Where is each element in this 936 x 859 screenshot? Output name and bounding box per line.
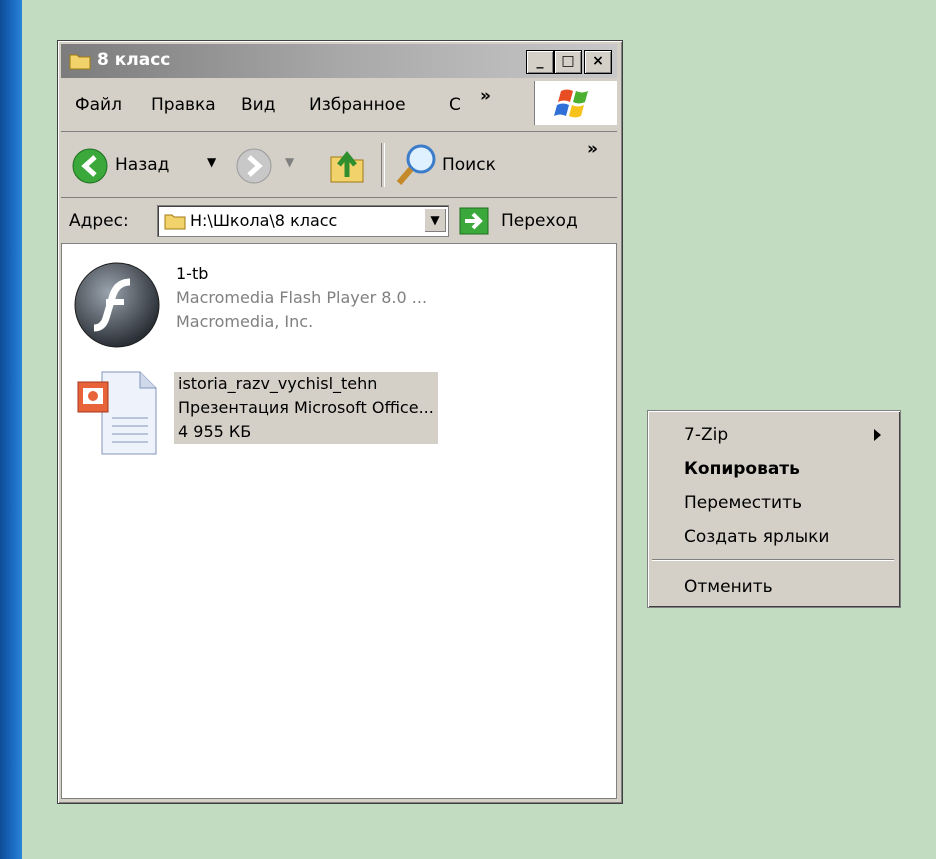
menu-service-truncated[interactable]: С [449, 95, 461, 115]
windows-flag-icon [554, 89, 588, 118]
menu-edit[interactable]: Правка [151, 95, 216, 115]
file-name: 1-tb [176, 264, 209, 283]
forward-arrow-icon[interactable] [235, 147, 273, 185]
window-title: 8 класс [97, 50, 171, 70]
context-item-create-shortcuts[interactable]: Создать ярлыки [684, 527, 829, 547]
file-meta: Macromedia, Inc. [176, 312, 314, 331]
desktop-edge [0, 0, 22, 859]
windows-logo [534, 81, 617, 125]
explorer-window: 8 класс _ □ × Файл Правка Вид Избранное … [57, 40, 623, 804]
minimize-button[interactable]: _ [526, 50, 554, 74]
context-item-cancel[interactable]: Отменить [684, 577, 773, 597]
context-item-move[interactable]: Переместить [684, 493, 802, 513]
file-name: istoria_razv_vychisl_tehn [178, 374, 378, 393]
go-arrow-icon[interactable] [459, 207, 489, 235]
close-button[interactable]: × [584, 50, 612, 74]
context-menu: 7-Zip Копировать Переместить Создать ярл… [647, 410, 901, 608]
menu-view[interactable]: Вид [241, 95, 275, 115]
toolbar: Назад ▼ ▼ Поиск » [61, 133, 617, 198]
address-value[interactable]: H:\Школа\8 класс [190, 211, 337, 230]
search-button-label[interactable]: Поиск [442, 155, 496, 175]
context-menu-separator [652, 559, 894, 561]
maximize-button[interactable]: □ [554, 50, 582, 74]
file-type: Презентация Microsoft Office... [178, 398, 434, 417]
file-list-pane[interactable]: 1-tb Macromedia Flash Player 8.0 ... Mac… [61, 243, 617, 799]
back-dropdown-icon[interactable]: ▼ [207, 155, 216, 169]
flash-icon [74, 262, 160, 348]
address-input[interactable]: H:\Школа\8 класс ▼ [157, 205, 449, 237]
forward-dropdown-icon[interactable]: ▼ [285, 155, 294, 169]
list-item[interactable]: istoria_razv_vychisl_tehn Презентация Mi… [62, 368, 616, 468]
submenu-arrow-icon [874, 429, 881, 441]
context-item-copy[interactable]: Копировать [684, 459, 800, 479]
back-button-label[interactable]: Назад [115, 155, 169, 175]
go-button-label[interactable]: Переход [501, 211, 578, 231]
menu-bar: Файл Правка Вид Избранное С » [61, 81, 617, 132]
address-bar: Адрес: H:\Школа\8 класс ▼ Переход [61, 199, 617, 241]
toolbar-separator [381, 143, 385, 187]
title-bar[interactable]: 8 класс _ □ × [61, 44, 617, 78]
file-type: Macromedia Flash Player 8.0 ... [176, 288, 428, 307]
menu-file[interactable]: Файл [75, 95, 122, 115]
search-icon[interactable] [395, 141, 439, 189]
list-item[interactable]: 1-tb Macromedia Flash Player 8.0 ... Mac… [62, 260, 616, 360]
address-label: Адрес: [69, 211, 129, 231]
up-folder-icon[interactable] [327, 143, 367, 185]
folder-icon [164, 214, 186, 230]
menu-favorites[interactable]: Избранное [309, 95, 406, 115]
back-arrow-icon[interactable] [71, 147, 109, 185]
file-size: 4 955 КБ [178, 422, 252, 441]
address-dropdown-button[interactable]: ▼ [424, 208, 446, 232]
context-item-7zip[interactable]: 7-Zip [684, 425, 728, 445]
toolbar-overflow-chevron[interactable]: » [587, 139, 598, 159]
folder-icon [69, 54, 91, 70]
menu-overflow-chevron[interactable]: » [480, 86, 491, 106]
powerpoint-icon [77, 371, 157, 455]
file-details: 1-tb Macromedia Flash Player 8.0 ... Mac… [176, 262, 427, 334]
file-details-selected: istoria_razv_vychisl_tehn Презентация Mi… [174, 372, 438, 444]
